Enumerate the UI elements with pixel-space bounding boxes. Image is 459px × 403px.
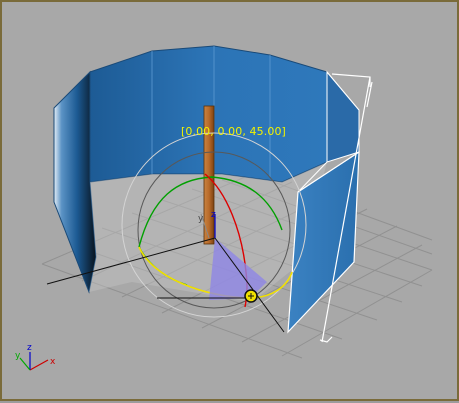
rotation-readout: [0.00, 0.00, 45.00]: [181, 125, 286, 138]
perspective-viewport[interactable]: y z x z y [0.00, 0.00, 45.00]: [0, 0, 459, 401]
tripod-x-label: x: [50, 357, 56, 367]
right-wall-back-panel: [326, 70, 360, 163]
gizmo-z-label: z: [211, 210, 216, 220]
left-wall: [53, 70, 97, 294]
tripod-z-label: z: [27, 343, 32, 353]
viewport-scene[interactable]: y z x z y: [2, 2, 459, 403]
axis-tripod: [19, 352, 49, 371]
gizmo-y-label: y: [198, 214, 204, 224]
tripod-y-label: y: [15, 351, 21, 361]
